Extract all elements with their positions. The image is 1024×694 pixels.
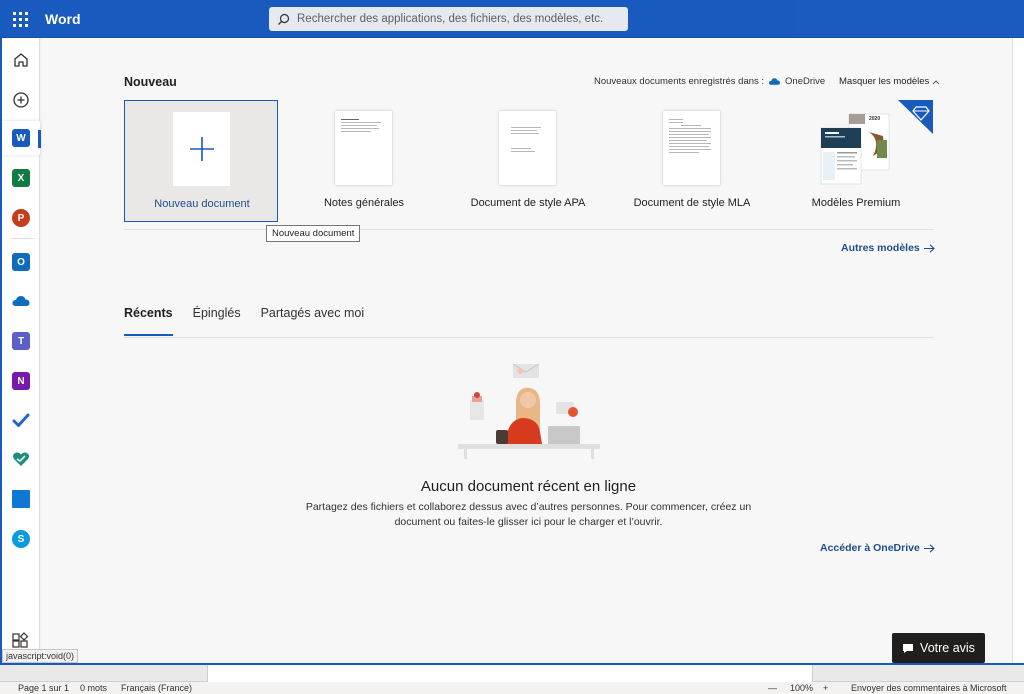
- premium-diamond-icon: [898, 100, 933, 134]
- home-icon: [14, 53, 28, 67]
- file-tabs: Récents Épinglés Partagés avec moi: [124, 306, 384, 336]
- new-section-heading: Nouveau: [124, 75, 177, 89]
- waffle-icon: [12, 11, 28, 27]
- go-to-onedrive-label: Accéder à OneDrive: [820, 542, 920, 554]
- tab-recent[interactable]: Récents: [124, 306, 173, 336]
- templates-divider: [124, 229, 933, 230]
- template-general-notes[interactable]: Notes générales: [287, 100, 441, 222]
- sway-icon: [12, 490, 30, 508]
- document-canvas: [0, 665, 1024, 682]
- rail-skype-button[interactable]: S: [2, 522, 40, 556]
- rail-separator: [10, 238, 34, 239]
- document-preview-lines: [669, 119, 714, 155]
- template-label: Modèles Premium: [811, 197, 901, 209]
- app-title[interactable]: Word: [45, 11, 81, 27]
- zoom-in-button[interactable]: +: [823, 683, 828, 693]
- tab-shared[interactable]: Partagés avec moi: [261, 306, 365, 328]
- plus-icon: [189, 137, 214, 161]
- apa-thumbnail: [499, 111, 556, 185]
- hide-templates-label: Masquer les modèles: [839, 76, 930, 87]
- zoom-out-button[interactable]: —: [768, 683, 777, 693]
- account-area[interactable]: [796, 0, 1024, 36]
- rail-create-button[interactable]: [2, 83, 40, 117]
- document-page[interactable]: [207, 665, 813, 682]
- feedback-button[interactable]: Votre avis: [892, 633, 985, 663]
- all-apps-icon[interactable]: [10, 631, 30, 651]
- app-launcher-button[interactable]: [0, 0, 40, 38]
- status-zoom[interactable]: 100%: [790, 683, 813, 693]
- status-language[interactable]: Français (France): [121, 683, 192, 693]
- search-icon: [269, 7, 297, 31]
- more-templates-label: Autres modèles: [841, 242, 920, 254]
- template-label: Nouveau document: [154, 198, 250, 210]
- rail-family-safety-button[interactable]: [2, 442, 40, 476]
- feedback-label: Votre avis: [920, 641, 975, 655]
- rail-powerpoint-button[interactable]: P: [2, 201, 40, 235]
- rail-excel-button[interactable]: X: [2, 161, 40, 195]
- app-rail: W X P O T N S: [0, 38, 41, 663]
- rail-onedrive-button[interactable]: [2, 284, 40, 318]
- save-info-label: Nouveaux documents enregistrés dans :: [594, 76, 765, 87]
- rail-teams-button[interactable]: T: [2, 324, 40, 358]
- word-icon: W: [12, 129, 30, 147]
- chat-bubble-icon: [903, 643, 914, 653]
- status-page[interactable]: Page 1 sur 1: [18, 683, 69, 693]
- tabs-divider: [124, 337, 933, 338]
- template-label: Document de style APA: [470, 197, 586, 209]
- more-templates-link[interactable]: Autres modèles: [841, 242, 935, 254]
- rail-outlook-button[interactable]: O: [2, 245, 40, 279]
- mla-thumbnail: [663, 111, 720, 185]
- family-safety-icon: [12, 452, 30, 466]
- todo-icon: [12, 413, 30, 427]
- rail-active-indicator: [38, 130, 41, 148]
- powerpoint-icon: P: [12, 209, 30, 227]
- document-preview-lines: [341, 119, 386, 134]
- template-label: Notes générales: [323, 197, 405, 209]
- general-notes-thumbnail: [335, 111, 392, 185]
- rail-sway-button[interactable]: [2, 482, 40, 516]
- rail-home-button[interactable]: [2, 43, 40, 77]
- skype-icon: S: [12, 530, 30, 548]
- go-to-onedrive-link[interactable]: Accéder à OneDrive: [820, 542, 935, 554]
- onedrive-icon: [12, 296, 30, 306]
- template-new-document[interactable]: Nouveau document: [124, 100, 278, 222]
- hide-templates-button[interactable]: Masquer les modèles: [839, 76, 940, 87]
- link-status-text: javascript:void(0): [2, 649, 79, 663]
- new-document-thumbnail: [173, 112, 230, 186]
- teams-icon: T: [12, 332, 30, 350]
- template-label: Document de style MLA: [633, 197, 751, 209]
- top-bar: Word: [0, 0, 1024, 38]
- empty-state-illustration: [458, 363, 600, 459]
- status-words[interactable]: 0 mots: [80, 683, 107, 693]
- excel-icon: X: [12, 169, 30, 187]
- empty-state-title: Aucun document récent en ligne: [420, 478, 637, 495]
- chevron-up-icon: [932, 79, 940, 84]
- empty-state-description: Partagez des fichiers et collaborez dess…: [305, 501, 752, 528]
- rail-word-button[interactable]: W: [2, 121, 40, 155]
- onedrive-small-icon: [769, 78, 781, 85]
- template-apa-style[interactable]: Document de style APA: [451, 100, 605, 222]
- template-mla-style[interactable]: Document de style MLA: [615, 100, 769, 222]
- arrow-right-icon: [923, 243, 935, 253]
- rail-todo-button[interactable]: [2, 403, 40, 437]
- tab-pinned[interactable]: Épinglés: [193, 306, 241, 328]
- search-input[interactable]: [297, 13, 617, 25]
- save-location-info: Nouveaux documents enregistrés dans : On…: [594, 76, 825, 87]
- tooltip: Nouveau document: [266, 225, 361, 242]
- status-feedback[interactable]: Envoyer des commentaires à Microsoft: [851, 683, 1007, 693]
- search-box[interactable]: [269, 7, 628, 31]
- outlook-icon: O: [12, 253, 30, 271]
- onenote-icon: N: [12, 372, 30, 390]
- premium-year: 2020: [869, 116, 880, 122]
- arrow-right-icon: [923, 543, 935, 553]
- rail-onenote-button[interactable]: N: [2, 364, 40, 398]
- create-icon: [13, 92, 29, 108]
- vertical-scrollbar[interactable]: [1012, 38, 1024, 663]
- save-location-link[interactable]: OneDrive: [785, 76, 825, 87]
- premium-templates-thumbnail: 2020: [820, 113, 890, 185]
- document-preview-lines: [511, 127, 556, 154]
- status-bar: Page 1 sur 1 0 mots Français (France) — …: [0, 682, 1024, 694]
